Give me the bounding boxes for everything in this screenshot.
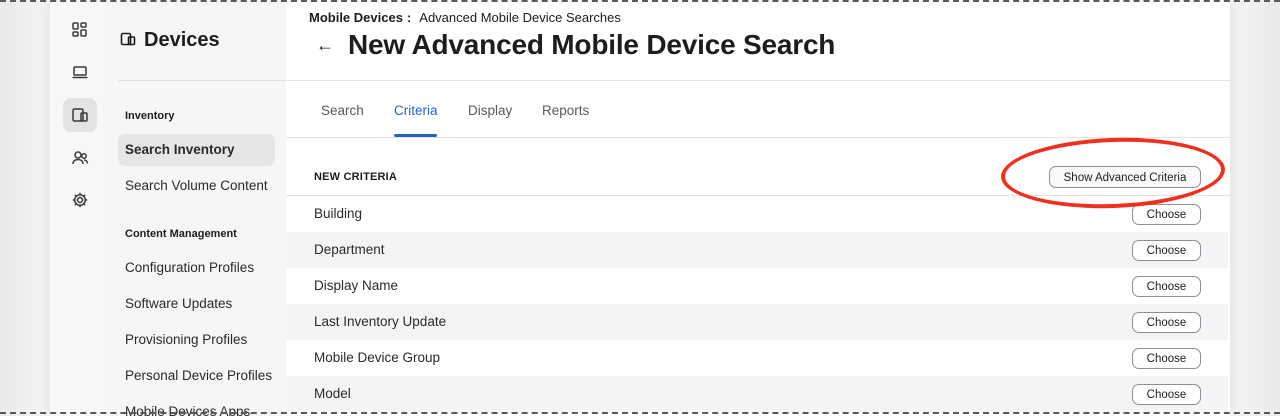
sidebar-title: Devices — [144, 28, 220, 51]
nav-item-search-inventory[interactable]: Search Inventory — [118, 134, 275, 166]
mobile-devices-icon[interactable] — [63, 98, 97, 132]
tab-criteria[interactable]: Criteria — [394, 103, 438, 118]
tab-search[interactable]: Search — [321, 103, 364, 118]
choose-button[interactable]: Choose — [1132, 312, 1201, 333]
nav-item-provisioning-profiles[interactable]: Provisioning Profiles — [118, 324, 275, 356]
section-label-inventory: Inventory — [125, 110, 175, 122]
nav-item-software-updates[interactable]: Software Updates — [118, 288, 275, 320]
devices-icon — [120, 31, 138, 49]
sidebar: Devices Inventory Search Inventory Searc… — [108, 0, 287, 416]
criteria-row-building: Building Choose — [286, 196, 1228, 232]
nav-item-personal-device-profiles[interactable]: Personal Device Profiles — [118, 360, 275, 392]
settings-icon[interactable] — [63, 183, 97, 217]
tab-reports[interactable]: Reports — [542, 103, 589, 118]
breadcrumb-current[interactable]: Advanced Mobile Device Searches — [419, 10, 621, 25]
users-icon[interactable] — [63, 141, 97, 175]
criteria-row-label: Department — [314, 242, 385, 257]
choose-button[interactable]: Choose — [1132, 204, 1201, 225]
nav-item-configuration-profiles[interactable]: Configuration Profiles — [118, 252, 275, 284]
criteria-row-mobile-device-group: Mobile Device Group Choose — [286, 340, 1228, 376]
criteria-row-label: Building — [314, 206, 363, 221]
criteria-row-label: Last Inventory Update — [314, 314, 447, 329]
criteria-row-label: Display Name — [314, 278, 399, 293]
background-left — [0, 0, 50, 416]
nav-item-search-volume-content[interactable]: Search Volume Content — [118, 170, 275, 202]
background-right — [1230, 0, 1280, 416]
show-advanced-criteria-button[interactable]: Show Advanced Criteria — [1049, 166, 1201, 188]
criteria-row-model: Model Choose — [286, 376, 1228, 412]
dashboard-icon[interactable] — [63, 13, 97, 47]
divider — [286, 80, 1230, 81]
criteria-row-department: Department Choose — [286, 232, 1228, 268]
breadcrumb-separator: : — [406, 10, 412, 25]
criteria-heading: NEW CRITERIA — [314, 171, 398, 183]
app-window: Devices Inventory Search Inventory Searc… — [50, 0, 1230, 416]
choose-button[interactable]: Choose — [1132, 240, 1201, 261]
section-label-content-management: Content Management — [125, 228, 237, 240]
divider — [286, 137, 1230, 138]
icon-rail — [50, 0, 109, 416]
arrow-left-icon[interactable]: ← — [316, 35, 334, 56]
criteria-row-label: Model — [314, 386, 351, 401]
dashed-border-bottom — [0, 412, 1280, 414]
criteria-row-label: Mobile Device Group — [314, 350, 441, 365]
main-content: Mobile Devices: Advanced Mobile Device Se… — [286, 0, 1230, 416]
tab-display[interactable]: Display — [468, 103, 512, 118]
sidebar-header: Devices — [118, 0, 286, 81]
computer-icon[interactable] — [63, 55, 97, 89]
criteria-row-last-inventory-update: Last Inventory Update Choose — [286, 304, 1228, 340]
criteria-row-display-name: Display Name Choose — [286, 268, 1228, 304]
choose-button[interactable]: Choose — [1132, 276, 1201, 297]
breadcrumb-parent[interactable]: Mobile Devices — [309, 10, 403, 25]
choose-button[interactable]: Choose — [1132, 348, 1201, 369]
choose-button[interactable]: Choose — [1132, 384, 1201, 405]
breadcrumb: Mobile Devices: Advanced Mobile Device Se… — [309, 10, 621, 25]
page-title: New Advanced Mobile Device Search — [348, 29, 836, 60]
dashed-border-top — [0, 0, 1280, 2]
